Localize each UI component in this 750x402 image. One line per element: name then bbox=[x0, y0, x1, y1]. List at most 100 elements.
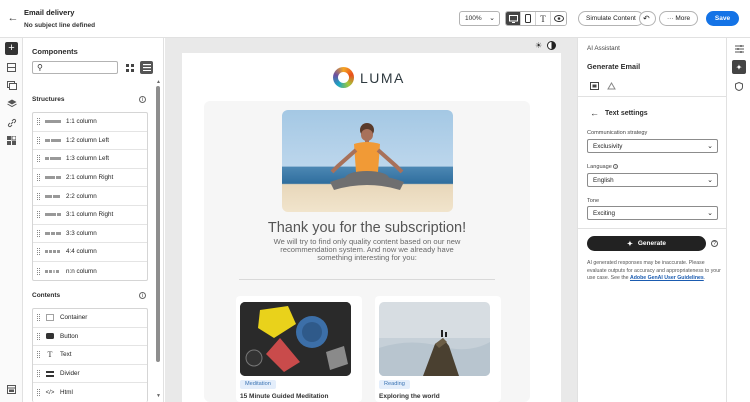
structure-item[interactable]: 3:1 column Right bbox=[33, 206, 147, 225]
brand-check-button[interactable] bbox=[732, 79, 746, 93]
article-card[interactable]: Reading Exploring the world bbox=[375, 296, 501, 402]
components-panel: Components ⚲ Structures i 1:1 column 1:2… bbox=[23, 38, 164, 402]
preview-button[interactable] bbox=[551, 12, 566, 25]
container-icon bbox=[45, 314, 55, 322]
article-card[interactable]: Meditation 15 Minute Guided Meditation bbox=[236, 296, 362, 402]
drag-handle-icon[interactable] bbox=[37, 174, 40, 182]
structure-item[interactable]: 2:1 column Right bbox=[33, 169, 147, 188]
html-icon: </> bbox=[45, 389, 55, 396]
more-label: More bbox=[675, 15, 691, 22]
card-image bbox=[240, 302, 351, 376]
hero-image[interactable] bbox=[282, 110, 453, 212]
desktop-icon bbox=[508, 14, 518, 23]
language-label: Language i bbox=[587, 164, 619, 170]
personalization-button[interactable] bbox=[5, 134, 18, 147]
section-mode-icon[interactable] bbox=[607, 82, 616, 92]
info-icon[interactable]: i bbox=[139, 292, 146, 299]
structure-item[interactable]: n:n column bbox=[33, 262, 147, 281]
back-arrow-icon[interactable]: ← bbox=[7, 12, 19, 24]
settings-button[interactable] bbox=[732, 42, 746, 56]
text-view-button[interactable]: T bbox=[536, 12, 551, 25]
canvas-theme-toggle[interactable]: ☀ bbox=[535, 41, 557, 50]
drag-handle-icon[interactable] bbox=[37, 155, 40, 163]
simulate-content-button[interactable]: Simulate Content bbox=[578, 11, 644, 26]
dark-mode-icon[interactable] bbox=[547, 41, 557, 50]
assets-library-button[interactable] bbox=[5, 383, 18, 396]
structure-item[interactable]: 2:2 column bbox=[33, 187, 147, 206]
card-title: Exploring the world bbox=[379, 393, 440, 400]
panel-title: AI Assistant bbox=[587, 45, 620, 52]
save-button[interactable]: Save bbox=[706, 11, 739, 26]
ai-assistant-button[interactable]: ✦ bbox=[732, 60, 746, 74]
content-item-divider[interactable]: Divider bbox=[33, 365, 147, 384]
more-button[interactable]: ··· More bbox=[659, 11, 699, 26]
undo-button[interactable]: ↶ bbox=[639, 11, 656, 26]
eye-icon bbox=[553, 15, 564, 22]
drag-handle-icon[interactable] bbox=[37, 248, 40, 256]
logo-text: LUMA bbox=[360, 69, 405, 86]
drag-handle-icon[interactable] bbox=[37, 229, 40, 237]
drag-handle-icon[interactable] bbox=[37, 118, 40, 126]
sliders-icon bbox=[734, 45, 744, 53]
drag-handle-icon[interactable] bbox=[37, 211, 40, 219]
drag-handle-icon[interactable] bbox=[37, 136, 40, 144]
search-icon: ⚲ bbox=[37, 63, 43, 72]
full-email-mode-icon[interactable] bbox=[590, 82, 599, 92]
fragments-button[interactable] bbox=[5, 61, 18, 74]
content-item-button[interactable]: Button bbox=[33, 328, 147, 347]
desktop-view-button[interactable] bbox=[506, 12, 521, 25]
content-item-html[interactable]: </> Html bbox=[33, 383, 147, 402]
tone-select[interactable]: Exciting ⌄ bbox=[587, 206, 718, 220]
more-dots-icon: ··· bbox=[667, 15, 674, 22]
mobile-view-button[interactable] bbox=[521, 12, 536, 25]
text-icon: T bbox=[47, 350, 53, 360]
structure-item[interactable]: 4:4 column bbox=[33, 243, 147, 262]
components-scrollbar[interactable] bbox=[156, 86, 160, 362]
components-search-input[interactable]: ⚲ bbox=[32, 61, 118, 74]
scroll-up-icon[interactable]: ▲ bbox=[156, 79, 161, 85]
back-arrow-icon[interactable]: ← bbox=[590, 108, 599, 118]
drag-handle-icon[interactable] bbox=[37, 267, 40, 275]
list-view-button[interactable] bbox=[140, 61, 153, 74]
guidelines-link[interactable]: Adobe GenAI User Guidelines bbox=[630, 275, 704, 281]
column-layout-icon bbox=[45, 250, 61, 254]
drag-handle-icon[interactable] bbox=[37, 332, 40, 340]
drag-handle-icon[interactable] bbox=[37, 314, 40, 322]
email-content-panel: Thank you for the subscription! We will … bbox=[204, 101, 530, 402]
drag-handle-icon[interactable] bbox=[37, 351, 40, 359]
text-settings-heading: Text settings bbox=[605, 110, 648, 117]
drag-handle-icon[interactable] bbox=[37, 389, 40, 397]
structure-item[interactable]: 3:3 column bbox=[33, 225, 147, 244]
language-select[interactable]: English ⌄ bbox=[587, 173, 718, 187]
mountain-photo bbox=[379, 302, 490, 376]
shield-icon bbox=[735, 81, 743, 91]
structure-item[interactable]: 1:2 column Left bbox=[33, 132, 147, 151]
structure-item[interactable]: 1:3 column Left bbox=[33, 150, 147, 169]
email-body[interactable]: LUMA Thank you for the subscription! We … bbox=[182, 53, 561, 402]
mobile-icon bbox=[525, 14, 531, 23]
generate-email-heading: Generate Email bbox=[587, 62, 641, 71]
links-button[interactable] bbox=[5, 116, 18, 129]
magic-wand-icon: ✦ bbox=[735, 62, 743, 72]
add-components-button[interactable]: + bbox=[5, 42, 18, 55]
top-bar: ← Email delivery No subject line defined… bbox=[0, 0, 750, 38]
assets-button[interactable] bbox=[5, 79, 18, 92]
scroll-down-icon[interactable]: ▼ bbox=[156, 393, 161, 399]
content-item-container[interactable]: Container bbox=[33, 309, 147, 328]
generate-button[interactable]: ✦ Generate bbox=[587, 236, 706, 251]
help-icon[interactable]: ? bbox=[711, 240, 718, 247]
structure-item[interactable]: 1:1 column bbox=[33, 113, 147, 132]
strategy-select[interactable]: Exclusivity ⌄ bbox=[587, 139, 718, 153]
grid-view-button[interactable] bbox=[123, 61, 136, 74]
info-icon[interactable]: i bbox=[139, 96, 146, 103]
drag-handle-icon[interactable] bbox=[37, 192, 40, 200]
luma-logo-icon bbox=[333, 67, 354, 88]
library-icon bbox=[7, 385, 16, 394]
zoom-select[interactable]: 100% ⌄ bbox=[459, 11, 500, 26]
info-icon[interactable]: i bbox=[613, 164, 619, 169]
content-item-text[interactable]: T Text bbox=[33, 346, 147, 365]
gear-photo bbox=[240, 302, 351, 376]
drag-handle-icon[interactable] bbox=[37, 370, 40, 378]
sun-icon[interactable]: ☀ bbox=[535, 41, 542, 50]
layers-button[interactable] bbox=[5, 97, 18, 110]
